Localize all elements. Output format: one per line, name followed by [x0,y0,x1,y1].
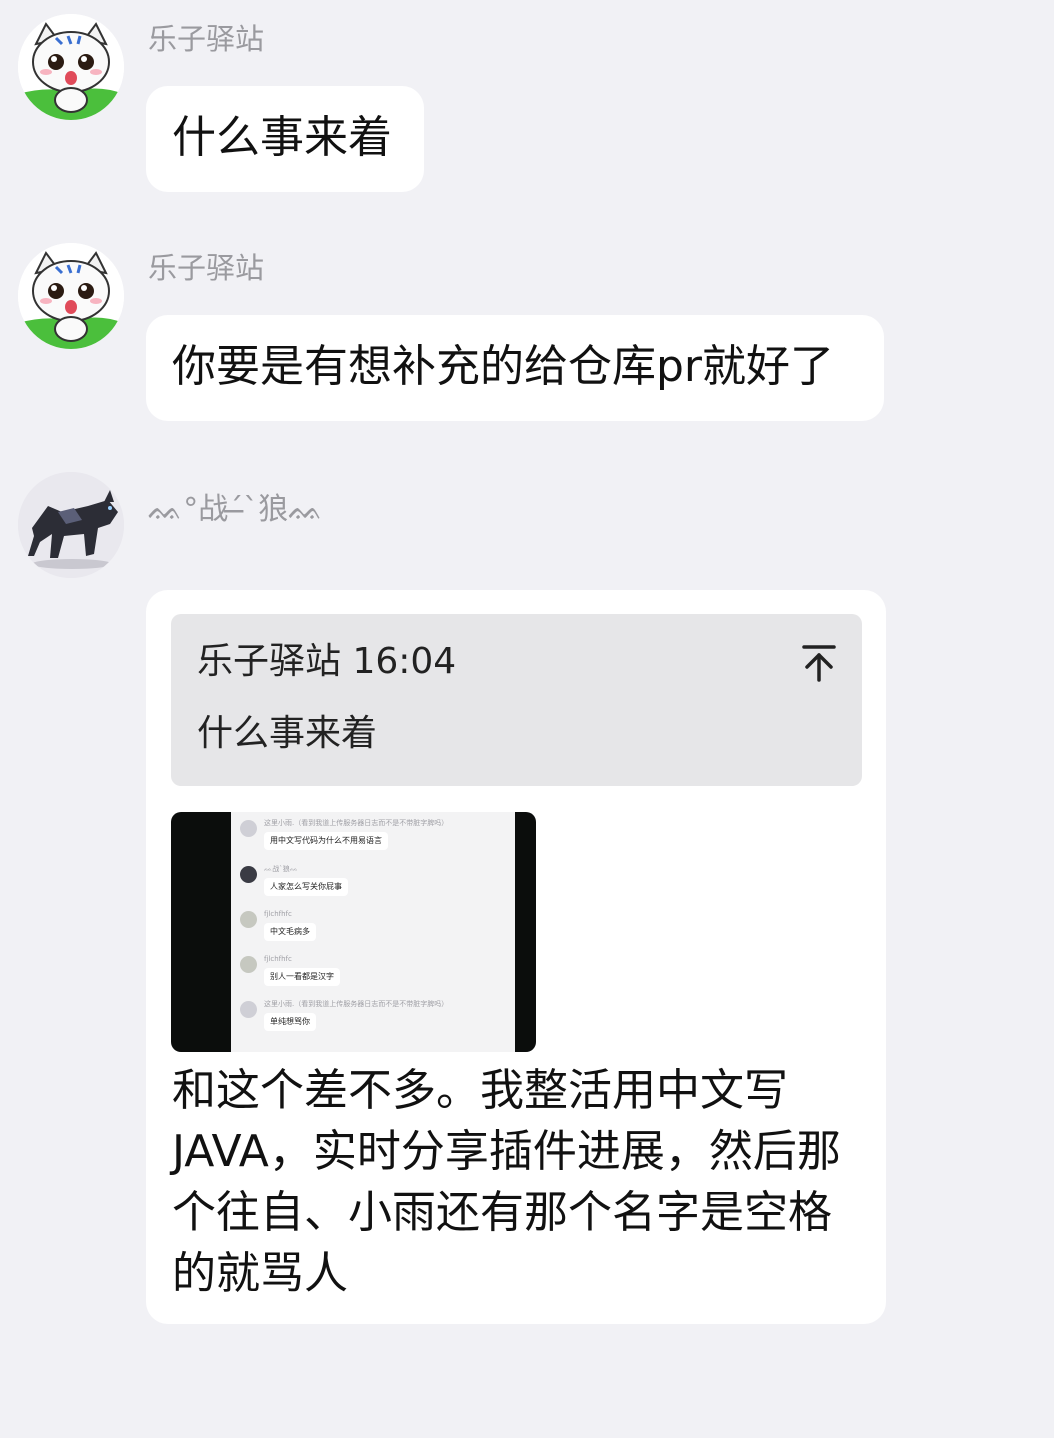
message-text: 什么事来着 [172,112,392,163]
list-item: fjlchfhfc 别人一看都是汉字 [231,954,515,998]
message-text: 和这个差不多。我整活用中文写 JAVA，实时分享插件进展，然后那 个往自、小雨还… [172,1060,872,1304]
message-bubble[interactable]: 乐子驿站 16:04 什么事来着 这里小雨.（看到我道上传服务器日志而不是不带脏… [146,590,886,1324]
mini-sender: 这里小雨.（看到我道上传服务器日志而不是不带脏字脾吗） [264,1000,449,1008]
quote-header: 乐子驿站 16:04 [197,641,457,682]
cat-avatar-icon[interactable] [18,14,124,120]
list-item: fjlchfhfc 中文毛病多 [231,909,515,953]
mini-bubble: 中文毛病多 [264,923,316,941]
mini-sender: fjlchfhfc [264,910,292,918]
avatar [240,1001,257,1018]
quoted-message[interactable]: 乐子驿站 16:04 什么事来着 [171,614,862,786]
mini-bubble: 用中文写代码为什么不用易语言 [264,832,388,850]
sender-name: 乐子驿站 [148,22,265,56]
message-line: JAVA，实时分享插件进展，然后那 [172,1126,841,1177]
avatar [240,911,257,928]
mini-sender: 这里小雨.（看到我道上传服务器日志而不是不带脏字脾吗） [264,819,449,827]
avatar [240,956,257,973]
screenshot-image[interactable]: 这里小雨.（看到我道上传服务器日志而不是不带脏字脾吗） 用中文写代码为什么不用易… [171,812,536,1052]
mini-sender: fjlchfhfc [264,955,292,963]
chat-screen: { "messages": [ { "sender": "乐子驿站", "ava… [0,0,1054,1438]
message-bubble[interactable]: 你要是有想补充的给仓库pr就好了 [146,315,884,421]
mini-bubble: 别人一看都是汉字 [264,968,340,986]
sender-name: 乐子驿站 [148,251,265,285]
avatar [240,820,257,837]
mini-bubble: 人家怎么写关你屁事 [264,878,348,896]
screenshot-content: 这里小雨.（看到我道上传服务器日志而不是不带脏字脾吗） 用中文写代码为什么不用易… [231,812,515,1052]
message-bubble[interactable]: 什么事来着 [146,86,424,192]
jump-to-top-icon[interactable] [802,644,836,682]
list-item: 这里小雨.（看到我道上传服务器日志而不是不带脏字脾吗） 单纯想骂你 [231,999,515,1043]
cat-avatar-icon[interactable] [18,243,124,349]
message-line: 的就骂人 [172,1248,348,1299]
mini-sender: ᨐ战ˋ狼ᨐ [264,865,298,873]
list-item: 这里小雨.（看到我道上传服务器日志而不是不带脏字脾吗） 用中文写代码为什么不用易… [231,818,515,862]
wolf-avatar-icon[interactable] [18,472,124,578]
message-line: 和这个差不多。我整活用中文写 [172,1065,788,1116]
message-line: 个往自、小雨还有那个名字是空格 [172,1187,832,1238]
quote-text: 什么事来着 [197,713,378,754]
sender-name: ᨐ°战ˊ̶̶̶ˋ狼ᨐ [148,492,324,527]
avatar [240,866,257,883]
message-text: 你要是有想补充的给仓库pr就好了 [172,341,835,392]
mini-bubble: 单纯想骂你 [264,1013,316,1031]
list-item: ᨐ战ˋ狼ᨐ 人家怎么写关你屁事 [231,864,515,908]
